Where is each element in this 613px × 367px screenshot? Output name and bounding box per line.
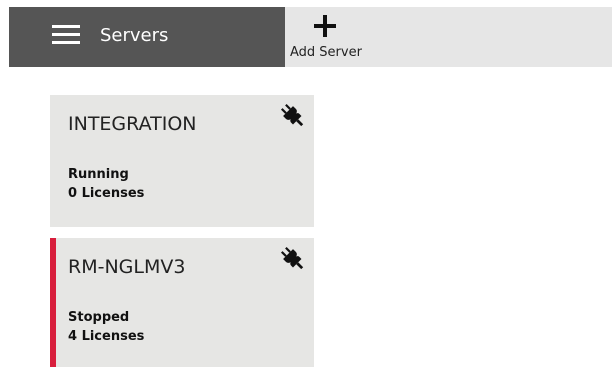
- plug-disconnect-icon[interactable]: [278, 244, 308, 274]
- plug-disconnect-icon[interactable]: [278, 101, 308, 131]
- page-title: Servers: [100, 25, 169, 46]
- hamburger-menu-icon[interactable]: [52, 25, 80, 45]
- server-licenses: 4 Licenses: [68, 329, 145, 344]
- plus-icon: [314, 15, 336, 37]
- server-status: Stopped: [68, 310, 130, 325]
- add-server-label: Add Server: [290, 45, 362, 60]
- server-name: RM-NGLMV3: [68, 256, 186, 278]
- nav-header: Servers: [9, 7, 285, 67]
- stopped-status-stripe: [50, 238, 56, 367]
- server-card-integration[interactable]: INTEGRATION Running 0 Licenses: [50, 95, 314, 227]
- server-name: INTEGRATION: [68, 113, 197, 135]
- server-licenses: 0 Licenses: [68, 186, 145, 201]
- server-status: Running: [68, 167, 129, 182]
- top-bar: Servers Add Server: [9, 7, 612, 67]
- server-card-rm-nglmv3[interactable]: RM-NGLMV3 Stopped 4 Licenses: [50, 238, 314, 367]
- add-server-button[interactable]: Add Server: [290, 11, 364, 63]
